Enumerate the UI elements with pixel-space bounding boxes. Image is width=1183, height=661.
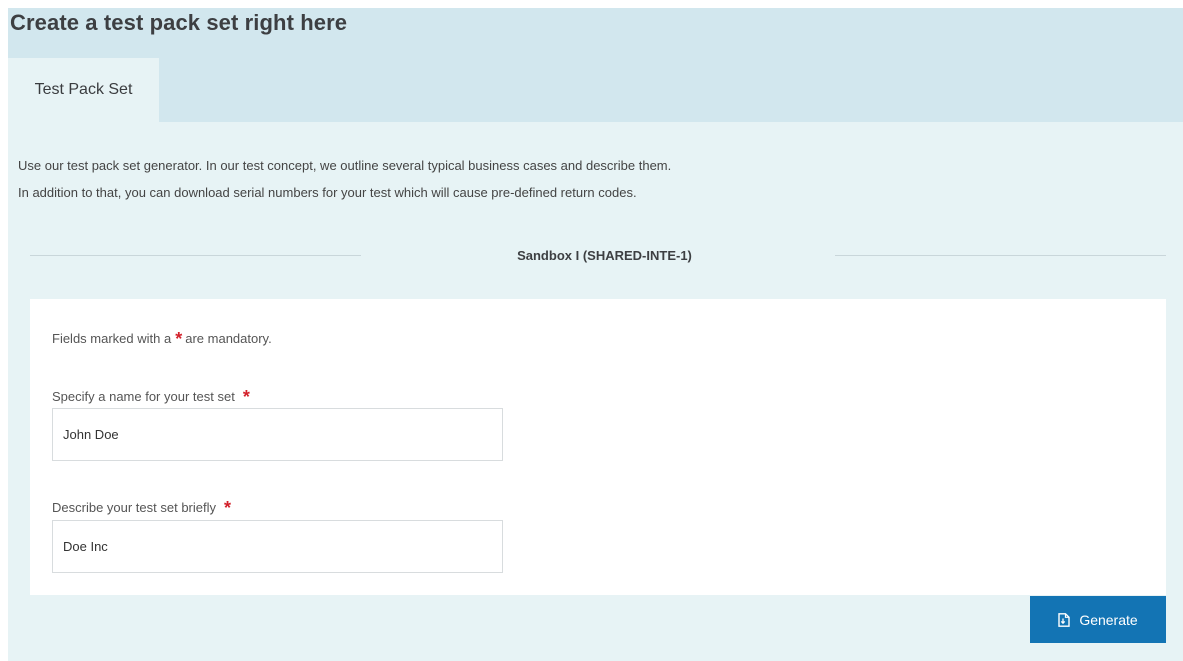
section-title: Sandbox I (SHARED-INTE-1) <box>517 248 692 263</box>
intro-text: Use our test pack set generator. In our … <box>18 152 671 206</box>
generate-button-label: Generate <box>1079 611 1138 628</box>
required-asterisk: * <box>224 498 232 518</box>
page-title: Create a test pack set right here <box>10 10 348 35</box>
intro-line-2: In addition to that, you can download se… <box>18 185 637 200</box>
file-download-icon <box>1058 612 1071 627</box>
form-card: Fields marked with a * are mandatory. Spec… <box>30 299 1166 595</box>
section-divider-left <box>30 255 361 256</box>
mandatory-note: Fields marked with a * are mandatory. <box>52 327 272 349</box>
section-divider-right <box>835 255 1166 256</box>
mandatory-note-suffix: are mandatory. <box>185 331 272 346</box>
required-asterisk: * <box>175 329 183 349</box>
description-field-label: Describe your test set briefly * <box>52 496 234 518</box>
page-container: Create a test pack set right here Test P… <box>8 8 1183 661</box>
description-label-text: Describe your test set briefly <box>52 500 217 515</box>
name-field-label: Specify a name for your test set * <box>52 385 253 407</box>
intro-line-1: Use our test pack set generator. In our … <box>18 158 672 173</box>
name-input[interactable] <box>52 408 503 461</box>
page-header: Create a test pack set right here Test P… <box>8 8 1183 122</box>
mandatory-note-prefix: Fields marked with a <box>52 331 172 346</box>
name-label-text: Specify a name for your test set <box>52 389 235 404</box>
required-asterisk: * <box>242 387 250 407</box>
tab-test-pack-set[interactable]: Test Pack Set <box>8 58 159 122</box>
description-input[interactable] <box>52 520 503 573</box>
generate-button[interactable]: Generate <box>1030 596 1166 643</box>
